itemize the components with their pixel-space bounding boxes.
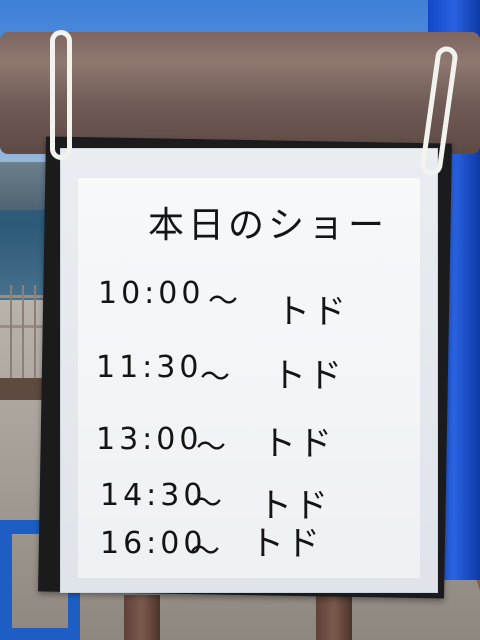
tilde-mark: 〜 xyxy=(190,534,222,569)
show-time: 13:00 xyxy=(96,422,203,457)
show-act: トド xyxy=(262,424,334,464)
sign-post-right xyxy=(316,595,352,640)
sign-post-left xyxy=(124,595,160,640)
sign-title: 本日のショー xyxy=(148,205,389,246)
tilde-mark: 〜 xyxy=(196,430,228,465)
zip-tie-left xyxy=(50,30,72,160)
show-time: 11:30 xyxy=(96,350,203,385)
rusty-pipe-rail xyxy=(0,32,480,154)
tilde-mark: 〜 xyxy=(192,486,224,521)
photo-scene: 本日のショー 10:00 〜 トド 11:30 〜 トド 13:00 〜 トド … xyxy=(0,0,480,640)
show-time: 10:00 xyxy=(98,276,205,311)
show-act: トド xyxy=(272,356,344,396)
tilde-mark: 〜 xyxy=(208,284,240,319)
show-act: トド xyxy=(276,292,348,332)
tilde-mark: 〜 xyxy=(200,360,232,395)
show-act: トド xyxy=(250,524,322,564)
show-time: 14:30 xyxy=(100,478,207,513)
